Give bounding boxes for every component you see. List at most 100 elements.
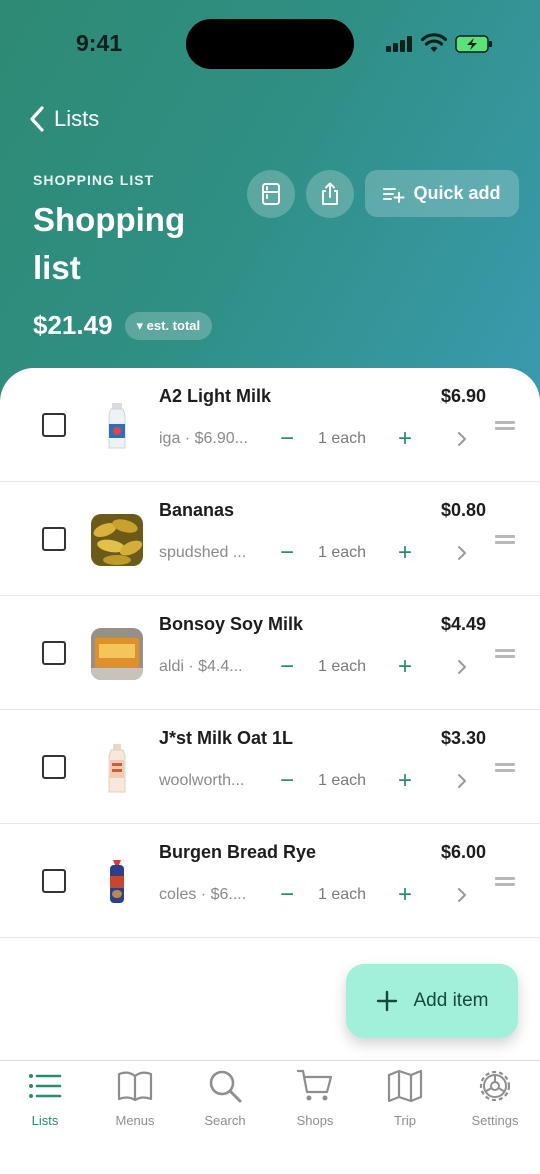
chevron-right-icon[interactable] bbox=[455, 430, 469, 448]
wifi-icon bbox=[421, 33, 447, 52]
battery-charging-icon bbox=[455, 35, 492, 53]
list-add-icon bbox=[383, 187, 405, 203]
share-button[interactable] bbox=[306, 170, 354, 218]
drag-handle-icon[interactable] bbox=[495, 535, 515, 545]
increase-qty-button[interactable]: + bbox=[394, 880, 416, 910]
product-thumbnail bbox=[91, 400, 143, 452]
tab-search[interactable]: Search bbox=[180, 1067, 270, 1137]
list-icon bbox=[29, 1074, 62, 1098]
dynamic-island bbox=[186, 19, 354, 69]
item-price: $6.00 bbox=[440, 842, 486, 862]
item-quantity: 1 each bbox=[318, 544, 367, 561]
product-thumbnail bbox=[91, 628, 143, 680]
item-name: Bananas bbox=[159, 500, 235, 520]
item-price: $3.30 bbox=[440, 728, 486, 748]
tab-bar: Lists Menus Search Shops Trip Settings bbox=[0, 1060, 540, 1174]
shopping-list: A2 Light Milk $6.90 iga · $6.90... − 1 e… bbox=[0, 368, 540, 1060]
item-name: A2 Light Milk bbox=[159, 386, 271, 406]
item-name: J*st Milk Oat 1L bbox=[159, 728, 294, 748]
page-title: Shopping list bbox=[33, 201, 186, 286]
back-button[interactable]: Lists bbox=[28, 104, 99, 134]
item-store-price: woolworth... bbox=[159, 772, 245, 789]
list-kicker: SHOPPING LIST bbox=[33, 172, 155, 188]
chevron-left-icon bbox=[30, 106, 44, 132]
tab-label: Shops bbox=[296, 1113, 334, 1128]
list-header: 9:41 Lists SHOPPING LIST Shopping list $… bbox=[0, 0, 540, 420]
increase-qty-button[interactable]: + bbox=[394, 538, 416, 568]
quick-add-label: Quick add bbox=[413, 183, 501, 203]
cart-icon bbox=[296, 1069, 333, 1101]
item-store-price: spudshed ... bbox=[159, 544, 247, 561]
tab-trip[interactable]: Trip bbox=[360, 1067, 450, 1137]
item-checkbox[interactable] bbox=[42, 413, 66, 437]
decrease-qty-button[interactable]: − bbox=[276, 424, 298, 454]
product-thumbnail bbox=[91, 742, 143, 794]
chevron-right-icon[interactable] bbox=[455, 886, 469, 904]
total-row: $21.49 ▾ est. total bbox=[33, 310, 213, 341]
tab-label: Settings bbox=[471, 1113, 519, 1128]
drag-handle-icon[interactable] bbox=[495, 649, 515, 659]
list-item[interactable]: Bananas $0.80 spudshed ... − 1 each + bbox=[0, 482, 540, 596]
increase-qty-button[interactable]: + bbox=[394, 424, 416, 454]
chevron-right-icon[interactable] bbox=[455, 544, 469, 562]
drag-handle-icon[interactable] bbox=[495, 877, 515, 887]
estimated-total: $21.49 bbox=[33, 310, 113, 340]
increase-qty-button[interactable]: + bbox=[394, 766, 416, 796]
search-icon bbox=[209, 1070, 242, 1103]
item-quantity: 1 each bbox=[318, 886, 367, 903]
increase-qty-button[interactable]: + bbox=[394, 652, 416, 682]
status-time: 9:41 bbox=[76, 30, 123, 56]
item-store-price: iga · $6.90... bbox=[159, 430, 248, 447]
fridge-icon bbox=[262, 183, 280, 205]
product-thumbnail bbox=[91, 514, 143, 566]
map-icon bbox=[387, 1069, 423, 1103]
tab-shops[interactable]: Shops bbox=[270, 1067, 360, 1137]
item-checkbox[interactable] bbox=[42, 641, 66, 665]
est-total-toggle[interactable]: ▾ est. total bbox=[124, 311, 213, 340]
decrease-qty-button[interactable]: − bbox=[276, 652, 298, 682]
list-item[interactable]: Burgen Bread Rye $6.00 coles · $6.... − … bbox=[0, 824, 540, 938]
list-item[interactable]: Bonsoy Soy Milk $4.49 aldi · $4.4... − 1… bbox=[0, 596, 540, 710]
item-store-price: coles · $6.... bbox=[159, 886, 247, 903]
item-checkbox[interactable] bbox=[42, 869, 66, 893]
tab-label: Trip bbox=[394, 1113, 416, 1128]
list-item[interactable]: A2 Light Milk $6.90 iga · $6.90... − 1 e… bbox=[0, 368, 540, 482]
status-bar: 9:41 bbox=[0, 0, 540, 90]
list-item[interactable]: J*st Milk Oat 1L $3.30 woolworth... − 1 … bbox=[0, 710, 540, 824]
product-thumbnail bbox=[91, 856, 143, 908]
tab-label: Lists bbox=[31, 1113, 59, 1128]
drag-handle-icon[interactable] bbox=[495, 421, 515, 431]
item-price: $6.90 bbox=[440, 386, 486, 406]
book-icon bbox=[117, 1071, 153, 1102]
item-price: $0.80 bbox=[440, 500, 486, 520]
add-item-button[interactable]: Add item bbox=[346, 964, 518, 1038]
item-name: Burgen Bread Rye bbox=[159, 842, 317, 862]
chevron-right-icon[interactable] bbox=[455, 658, 469, 676]
plus-icon bbox=[376, 990, 397, 1012]
tab-menus[interactable]: Menus bbox=[90, 1067, 180, 1137]
cellular-signal-icon bbox=[386, 36, 414, 52]
back-button-label: Lists bbox=[54, 106, 100, 131]
tab-settings[interactable]: Settings bbox=[450, 1067, 540, 1137]
decrease-qty-button[interactable]: − bbox=[276, 766, 298, 796]
decrease-qty-button[interactable]: − bbox=[276, 880, 298, 910]
share-icon bbox=[322, 182, 338, 205]
item-checkbox[interactable] bbox=[42, 755, 66, 779]
item-store-price: aldi · $4.4... bbox=[159, 658, 243, 675]
decrease-qty-button[interactable]: − bbox=[276, 538, 298, 568]
drag-handle-icon[interactable] bbox=[495, 763, 515, 773]
item-price: $4.49 bbox=[440, 614, 486, 634]
quick-add-button[interactable]: Quick add bbox=[365, 170, 519, 217]
tab-lists[interactable]: Lists bbox=[0, 1067, 90, 1137]
gear-icon bbox=[479, 1070, 511, 1102]
tab-label: Search bbox=[204, 1113, 246, 1128]
item-name: Bonsoy Soy Milk bbox=[159, 614, 304, 634]
add-item-label: Add item bbox=[413, 990, 489, 1011]
item-checkbox[interactable] bbox=[42, 527, 66, 551]
item-quantity: 1 each bbox=[318, 430, 367, 447]
item-quantity: 1 each bbox=[318, 658, 367, 675]
fridge-button[interactable] bbox=[247, 170, 295, 218]
tab-label: Menus bbox=[115, 1113, 155, 1128]
item-quantity: 1 each bbox=[318, 772, 367, 789]
chevron-right-icon[interactable] bbox=[455, 772, 469, 790]
